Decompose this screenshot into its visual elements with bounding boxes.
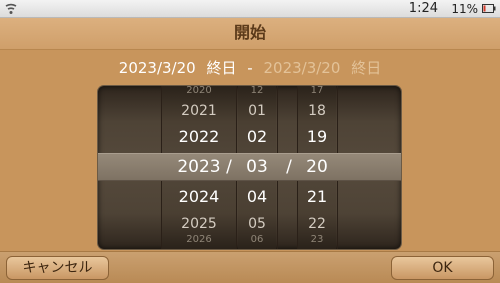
year-option[interactable]: 2025: [162, 214, 236, 234]
wifi-icon: [5, 3, 17, 14]
date-range: 2023/3/20 終日 - 2023/3/20 終日: [0, 57, 500, 81]
start-date[interactable]: 2023/3/20: [119, 59, 196, 77]
year-option[interactable]: 2021: [162, 101, 236, 121]
end-date[interactable]: 2023/3/20: [263, 59, 340, 77]
title-bar: 開始: [0, 18, 500, 50]
year-option[interactable]: 2022: [162, 126, 236, 148]
day-option[interactable]: 23: [298, 234, 336, 246]
date-picker[interactable]: 2020 2021 2022 2024 2025 2026 12 01 02 0…: [98, 86, 401, 249]
ok-button[interactable]: OK: [391, 256, 494, 280]
cancel-button[interactable]: キャンセル: [6, 256, 109, 280]
day-option[interactable]: 21: [298, 186, 336, 208]
year-option[interactable]: 2020: [162, 86, 236, 97]
month-option[interactable]: 01: [238, 101, 276, 121]
year-option[interactable]: 2024: [162, 186, 236, 208]
day-option[interactable]: 17: [298, 86, 336, 97]
start-all-day-label[interactable]: 終日: [206, 59, 236, 77]
day-option[interactable]: 18: [298, 101, 336, 121]
day-option[interactable]: 19: [298, 126, 336, 148]
selected-day[interactable]: 20: [298, 154, 336, 180]
month-option[interactable]: 06: [238, 234, 276, 246]
end-all-day-label[interactable]: 終日: [351, 59, 381, 77]
year-option[interactable]: 2026: [162, 234, 236, 246]
battery-icon: [482, 4, 496, 13]
date-slash: /: [226, 157, 232, 177]
month-option[interactable]: 05: [238, 214, 276, 234]
month-option[interactable]: 04: [238, 186, 276, 208]
month-option[interactable]: 12: [238, 86, 276, 97]
range-separator: -: [247, 59, 253, 77]
date-slash: /: [286, 157, 292, 177]
day-option[interactable]: 22: [298, 214, 336, 234]
selected-month[interactable]: 03: [238, 154, 276, 180]
status-bar: 1:24 11%: [0, 0, 500, 18]
page-title: 開始: [233, 23, 266, 42]
selection-band: 2023 / 03 / 20: [98, 153, 401, 181]
clock: 1:24: [408, 1, 438, 16]
month-option[interactable]: 02: [238, 126, 276, 148]
bottom-bar: キャンセル OK: [0, 251, 500, 283]
battery-percent: 11%: [451, 2, 478, 16]
